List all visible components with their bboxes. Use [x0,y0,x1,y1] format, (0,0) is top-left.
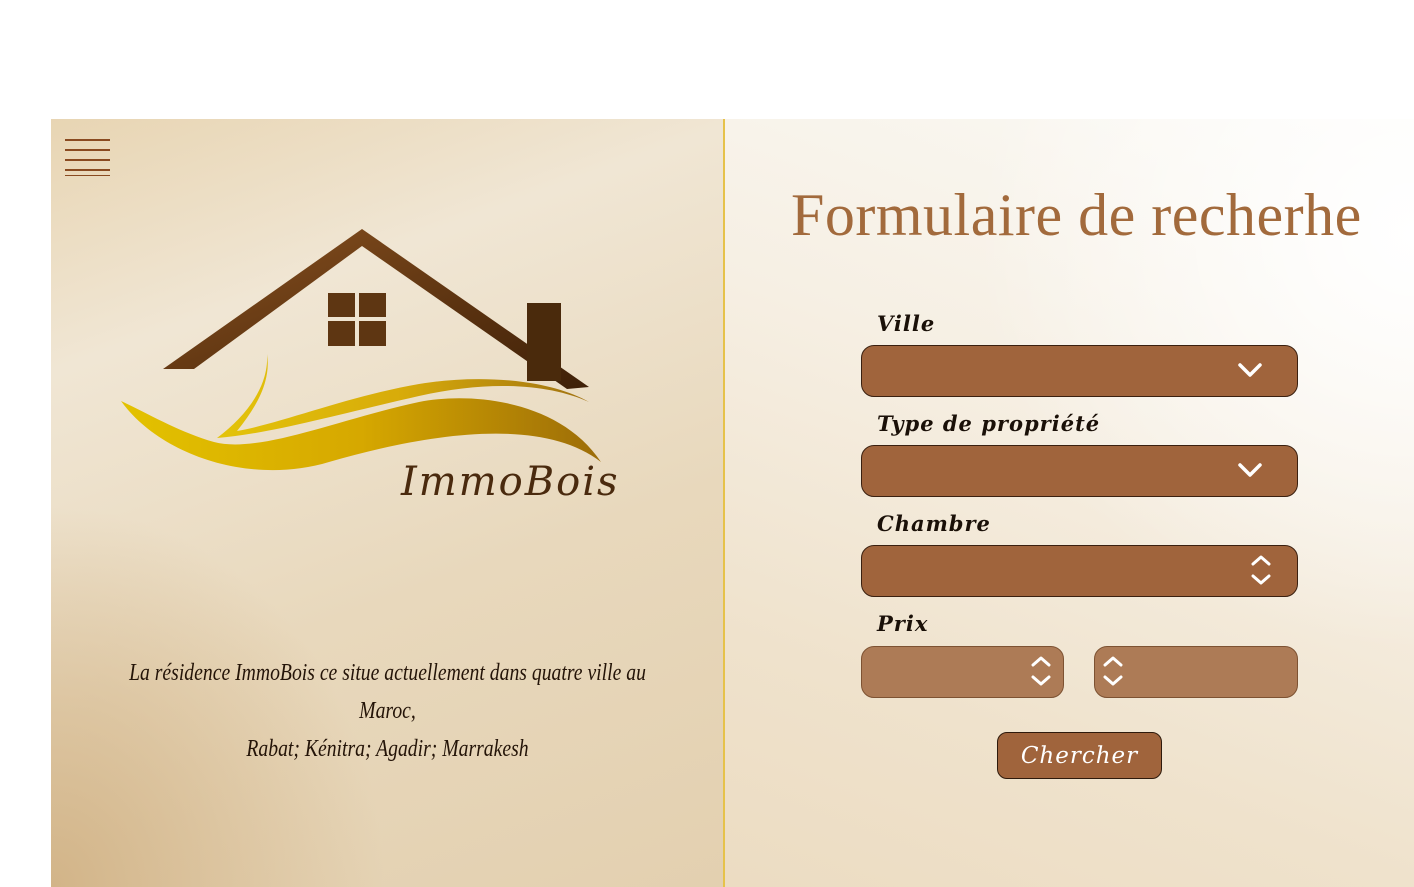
chevron-down-icon [1238,363,1262,377]
type-label: Type de propriété [877,411,1101,436]
search-button[interactable]: Chercher [997,732,1162,779]
brand-name: ImmoBois [401,459,620,505]
chambre-input[interactable] [861,545,1298,597]
chambre-label: Chambre [877,511,991,536]
ville-label: Ville [877,311,936,336]
ville-select[interactable] [861,345,1298,397]
stepper-icon[interactable] [1249,552,1273,588]
description-text: La résidence ImmoBois ce situe actuellem… [128,654,647,768]
description-line-1: La résidence ImmoBois ce situe actuellem… [129,660,646,724]
search-panel: Formulaire de recherhe Ville Type de pro… [725,119,1414,887]
brand-panel: ImmoBois La résidence ImmoBois ce situe … [51,119,724,887]
prix-max-input[interactable] [1094,646,1298,698]
prix-min-input[interactable] [861,646,1064,698]
hamburger-menu-icon[interactable] [65,137,111,177]
prix-label: Prix [877,611,929,636]
chevron-down-icon [1238,463,1262,477]
page: ImmoBois La résidence ImmoBois ce situe … [51,119,1414,887]
stepper-icon[interactable] [1101,653,1125,689]
property-type-select[interactable] [861,445,1298,497]
stepper-icon[interactable] [1029,653,1053,689]
form-title: Formulaire de recherhe [791,182,1362,248]
description-line-2: Rabat; Kénitra; Agadir; Marrakesh [246,736,529,762]
